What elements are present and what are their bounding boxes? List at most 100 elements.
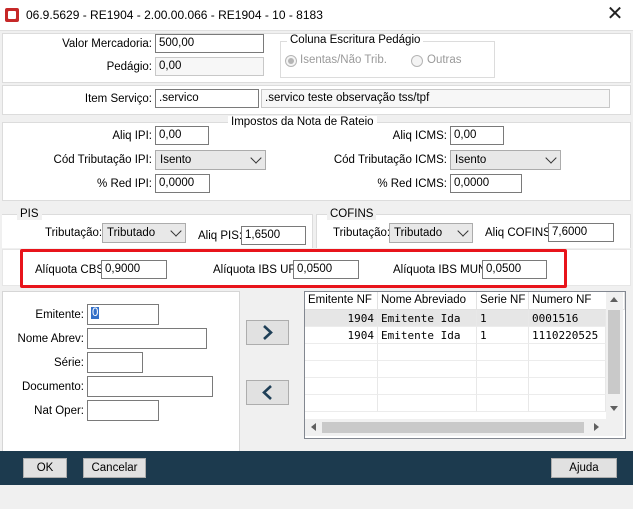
empty-cell [378, 361, 477, 378]
serie-label: Série: [53, 357, 84, 369]
grid-header-serie[interactable]: Serie NF [477, 292, 529, 310]
empty-cell [477, 395, 529, 412]
pis-tributacao-value: Tributado [107, 227, 156, 239]
isentas-radio-label: Isentas/Não Trib. [300, 54, 387, 66]
aliq-ipi-label: Aliq IPI: [112, 130, 152, 142]
aliq-icms-field[interactable]: 0,00 [450, 126, 504, 145]
aliq-pis-label: Aliq PIS: [198, 230, 243, 242]
close-icon[interactable]: ✕ [603, 3, 627, 27]
vertical-scrollbar[interactable] [606, 292, 623, 419]
aliq-icms-label: Aliq ICMS: [392, 130, 447, 142]
chevron-down-icon [457, 225, 469, 237]
cod-trib-icms-value: Isento [455, 154, 487, 166]
title-bar: 06.9.5629 - RE1904 - 2.00.00.066 - RE190… [0, 0, 633, 31]
pis-tributacao-label: Tributação: [45, 227, 103, 239]
aliq-ipi-field[interactable]: 0,00 [155, 126, 209, 145]
cancel-button[interactable]: Cancelar [83, 458, 146, 478]
empty-cell [477, 378, 529, 395]
empty-cell [378, 378, 477, 395]
aliq-pis-field[interactable]: 1,6500 [241, 226, 306, 245]
nat-oper-label: Nat Oper: [34, 405, 84, 417]
pedagio-field[interactable]: 0,00 [155, 57, 264, 76]
documento-field[interactable] [87, 376, 213, 397]
cod-trib-icms-select[interactable]: Isento [450, 150, 561, 170]
emitente-value: 0 [91, 307, 100, 319]
nat-oper-field[interactable] [87, 400, 159, 421]
cod-trib-ipi-label: Cód Tributação IPI: [53, 154, 152, 166]
pis-title: PIS [17, 208, 42, 220]
chevron-down-icon [250, 152, 262, 164]
scrollbar-thumb[interactable] [322, 422, 584, 433]
red-icms-field[interactable]: 0,0000 [450, 174, 522, 193]
grid-cell: Emitente Ida [378, 327, 477, 344]
empty-cell [378, 395, 477, 412]
red-ipi-label: % Red IPI: [97, 178, 152, 190]
highlight-box [20, 249, 567, 288]
chevron-left-icon [262, 385, 272, 400]
red-icms-label: % Red ICMS: [377, 178, 447, 190]
horizontal-scrollbar[interactable] [305, 419, 623, 436]
grid-cell: 1110220525 [529, 327, 606, 344]
cofins-tributacao-label: Tributação: [333, 227, 391, 239]
item-servico-code-field[interactable]: .servico [155, 89, 259, 108]
scroll-up-icon[interactable] [610, 297, 618, 302]
aliq-cofins-field[interactable]: 7,6000 [548, 223, 614, 242]
grid-header-emitente[interactable]: Emitente NF [305, 292, 378, 310]
empty-cell [305, 344, 378, 361]
pedagio-label: Pedágio: [106, 61, 152, 73]
chevron-right-icon [263, 325, 273, 340]
impostos-title: Impostos da Nota de Rateio [228, 116, 377, 128]
empty-cell [305, 361, 378, 378]
cod-trib-icms-label: Cód Tributação ICMS: [333, 154, 447, 166]
ok-button[interactable]: OK [23, 458, 67, 478]
empty-cell [529, 378, 606, 395]
grid-cell: Emitente Ida [378, 310, 477, 327]
remove-from-grid-button[interactable] [246, 380, 289, 405]
chevron-down-icon [545, 152, 557, 164]
empty-cell [477, 361, 529, 378]
nome-abrev-field[interactable] [87, 328, 207, 349]
notas-grid[interactable]: Emitente NF Nome Abreviado Serie NF Nume… [304, 291, 626, 439]
empty-cell [529, 344, 606, 361]
scroll-down-icon[interactable] [610, 406, 618, 411]
cofins-tributacao-value: Tributado [394, 227, 443, 239]
empty-cell [305, 378, 378, 395]
empty-cell [305, 395, 378, 412]
nome-abrev-label: Nome Abrev: [17, 333, 84, 345]
pis-tributacao-select[interactable]: Tributado [102, 223, 186, 243]
window-title: 06.9.5629 - RE1904 - 2.00.00.066 - RE190… [26, 8, 323, 22]
emitente-label: Emitente: [35, 309, 84, 321]
grid-header-nome[interactable]: Nome Abreviado [378, 292, 477, 310]
documento-label: Documento: [21, 381, 84, 393]
item-servico-description: .servico teste observação tss/tpf [261, 89, 610, 108]
outras-radio-label: Outras [427, 54, 462, 66]
valor-mercadoria-field[interactable]: 500,00 [155, 34, 264, 53]
coluna-escritura-title: Coluna Escritura Pedágio [287, 34, 424, 46]
scroll-right-icon[interactable] [594, 423, 599, 431]
grid-cell: 1 [477, 327, 529, 344]
emitente-field[interactable]: 0 [87, 304, 159, 325]
empty-cell [529, 395, 606, 412]
red-ipi-field[interactable]: 0,0000 [155, 174, 210, 193]
aliq-cofins-label: Aliq COFINS: [485, 227, 555, 239]
app-icon [5, 8, 19, 22]
cod-trib-ipi-select[interactable]: Isento [155, 150, 266, 170]
isentas-radio[interactable] [285, 55, 297, 67]
serie-field[interactable] [87, 352, 143, 373]
scrollbar-thumb[interactable] [608, 310, 620, 394]
scroll-left-icon[interactable] [311, 423, 316, 431]
grid-cell: 1904 [305, 327, 378, 344]
empty-cell [378, 344, 477, 361]
empty-cell [477, 344, 529, 361]
cofins-title: COFINS [327, 208, 377, 220]
outras-radio[interactable] [411, 55, 423, 67]
item-servico-label: Item Serviço: [84, 93, 152, 105]
help-button[interactable]: Ajuda [551, 458, 617, 478]
grid-cell: 1 [477, 310, 529, 327]
chevron-down-icon [170, 225, 182, 237]
add-to-grid-button[interactable] [246, 320, 289, 345]
cofins-tributacao-select[interactable]: Tributado [389, 223, 473, 243]
valor-mercadoria-label: Valor Mercadoria: [62, 38, 152, 50]
empty-cell [529, 361, 606, 378]
cod-trib-ipi-value: Isento [160, 154, 192, 166]
